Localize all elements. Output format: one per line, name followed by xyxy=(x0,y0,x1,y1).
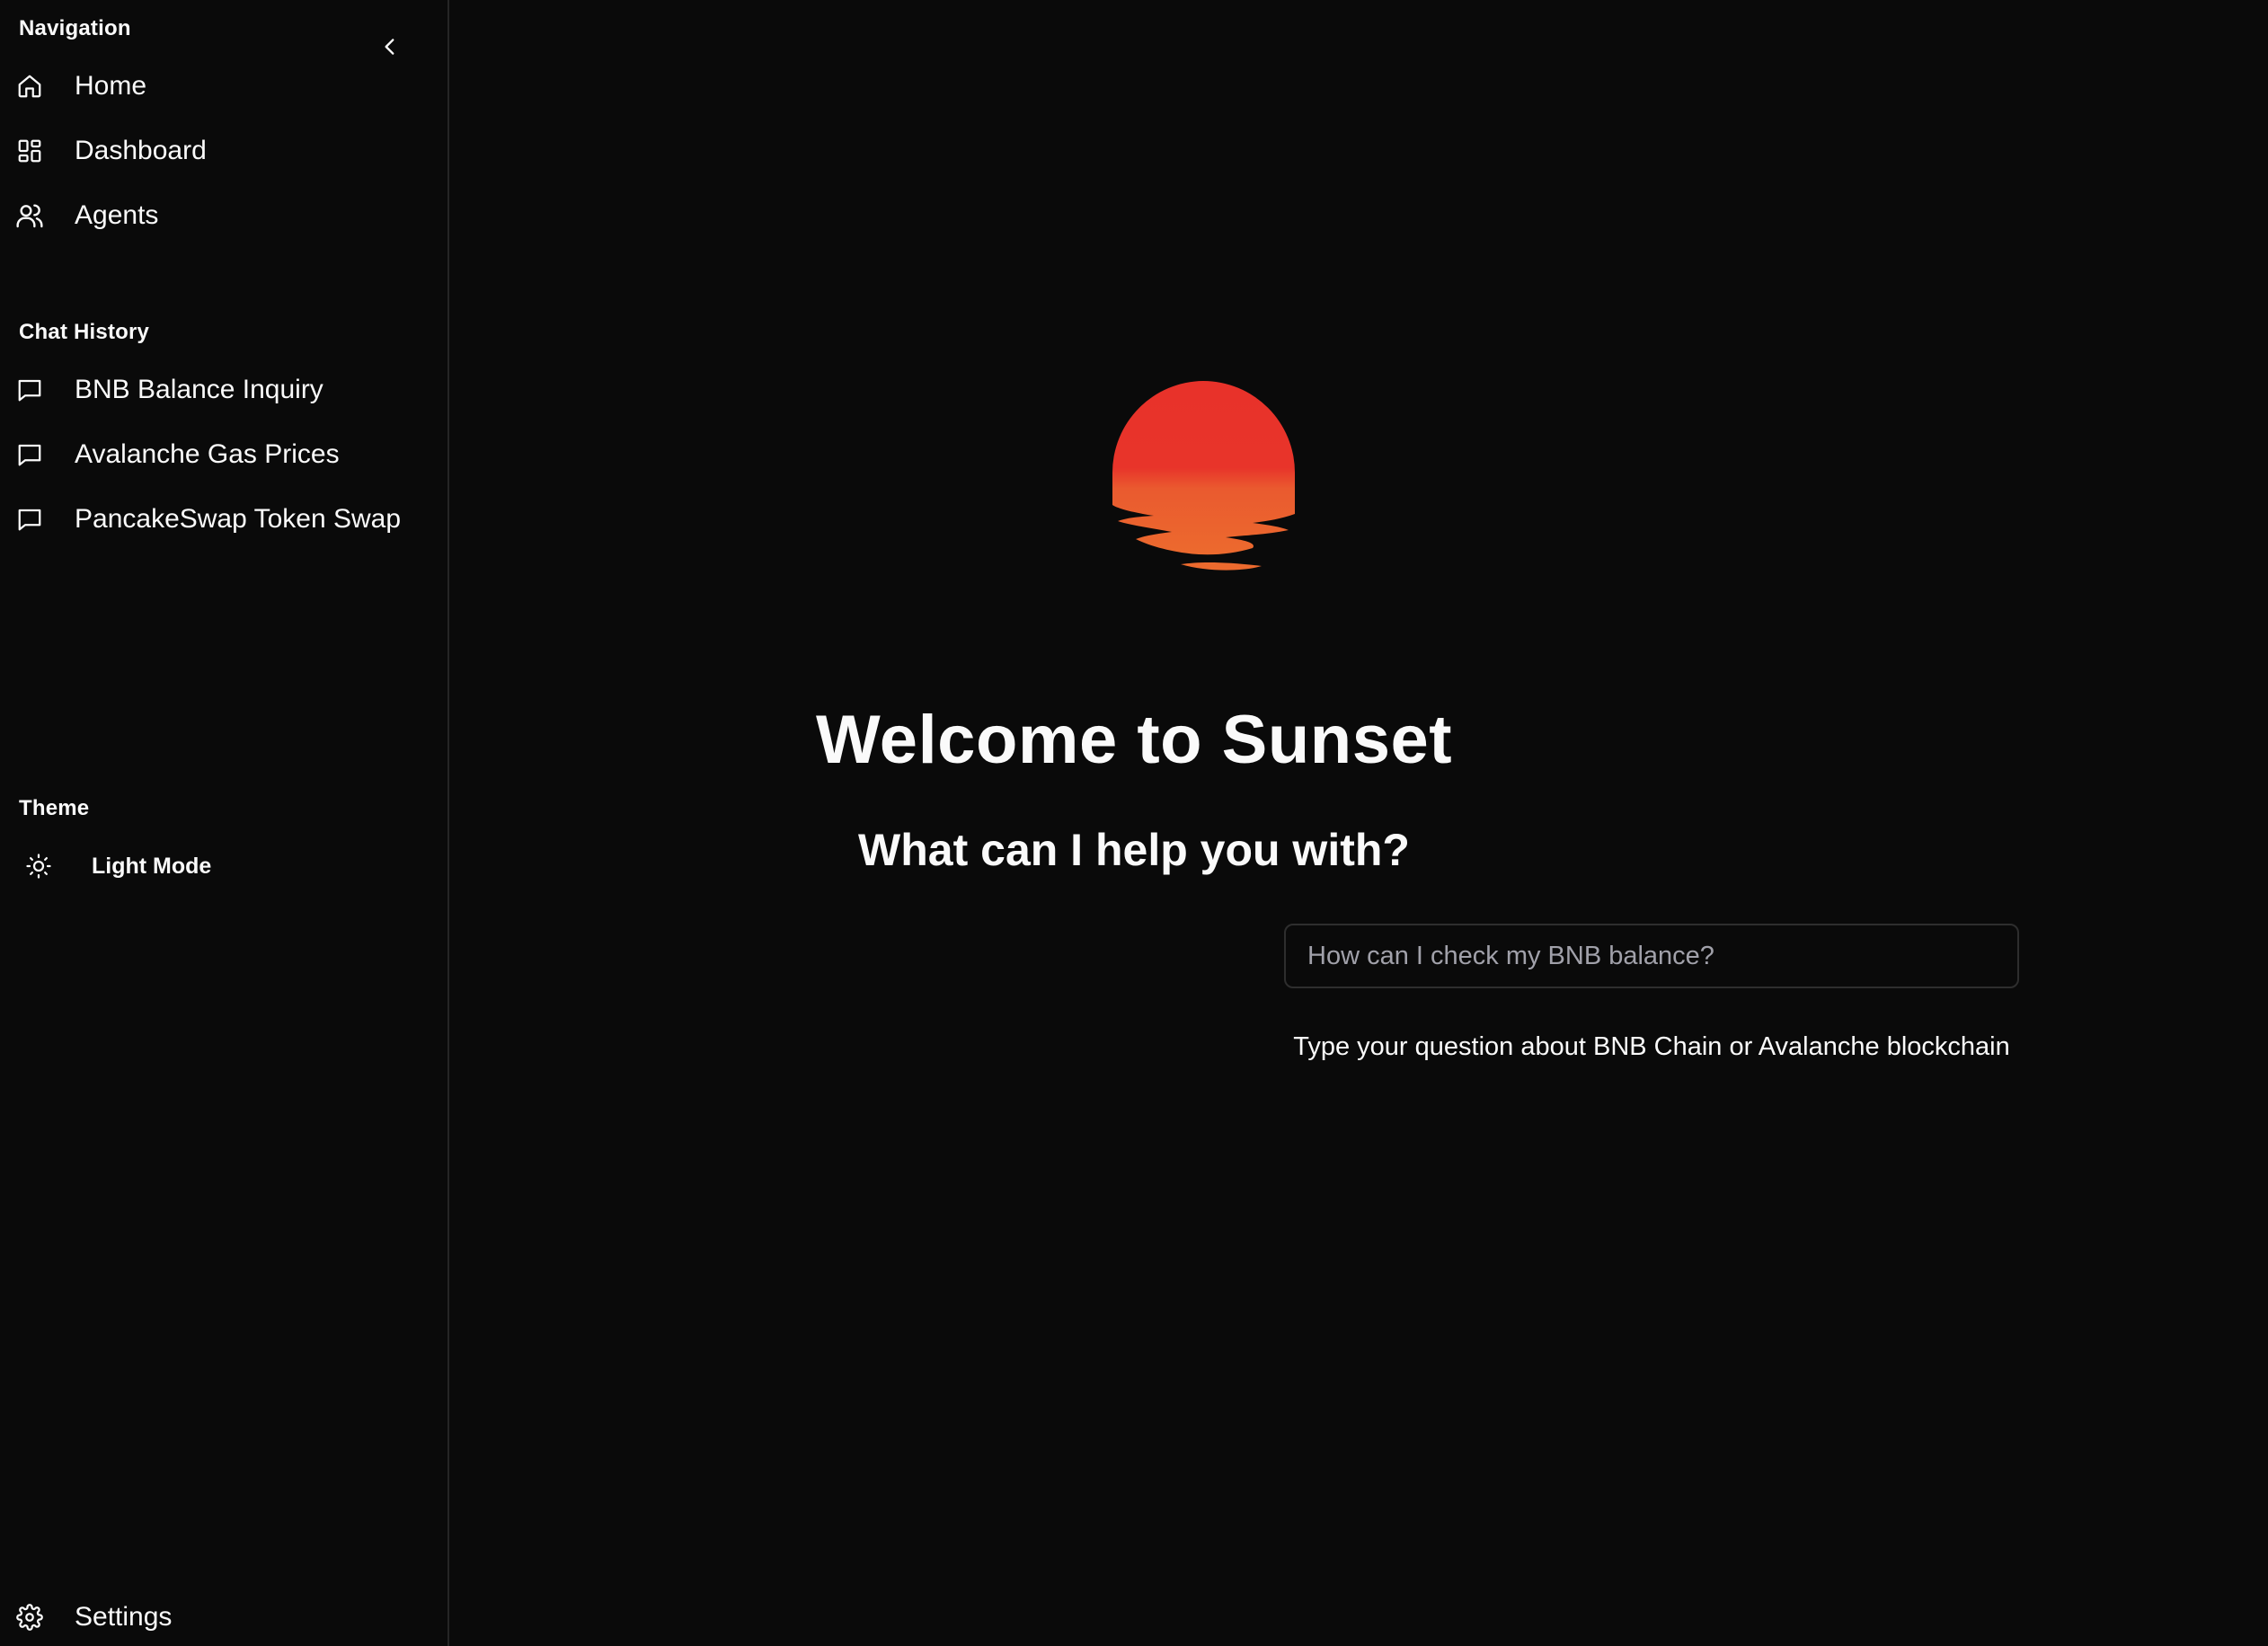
nav-item-label: Home xyxy=(75,71,147,101)
nav-item-agents[interactable]: Agents xyxy=(14,189,435,243)
sunset-logo xyxy=(1109,377,1298,584)
chat-item-label: Avalanche Gas Prices xyxy=(75,439,340,469)
chat-history-section-label: Chat History xyxy=(19,320,150,344)
gear-icon xyxy=(14,1602,45,1633)
chat-item-avalanche-gas[interactable]: Avalanche Gas Prices xyxy=(14,428,435,482)
input-hint-text: Type your question about BNB Chain or Av… xyxy=(1293,1032,2010,1061)
dashboard-icon xyxy=(14,136,45,166)
chat-item-label: BNB Balance Inquiry xyxy=(75,375,323,404)
message-square-icon xyxy=(14,375,45,405)
users-icon xyxy=(14,200,45,231)
settings-label: Settings xyxy=(75,1602,173,1632)
nav-item-home[interactable]: Home xyxy=(14,59,435,113)
theme-section-label: Theme xyxy=(19,796,90,820)
chat-item-label: PancakeSwap Token Swap xyxy=(75,504,402,534)
home-icon xyxy=(14,71,45,102)
question-input[interactable] xyxy=(1284,924,2019,988)
message-square-icon xyxy=(14,504,45,535)
nav-item-label: Dashboard xyxy=(75,136,207,165)
collapse-sidebar-button[interactable] xyxy=(374,31,406,63)
welcome-title: Welcome to Sunset xyxy=(815,702,1453,778)
chevron-left-icon xyxy=(385,39,394,55)
nav-item-label: Agents xyxy=(75,200,159,230)
sidebar: Navigation Home Dashboard Agents Chat Hi… xyxy=(0,0,449,1646)
message-square-icon xyxy=(14,439,45,470)
chat-item-bnb-balance[interactable]: BNB Balance Inquiry xyxy=(14,363,435,417)
nav-item-dashboard[interactable]: Dashboard xyxy=(14,124,435,178)
help-subtitle: What can I help you with? xyxy=(858,825,1410,875)
settings-button[interactable]: Settings xyxy=(14,1590,435,1644)
chat-item-pancakeswap[interactable]: PancakeSwap Token Swap xyxy=(14,492,435,546)
navigation-section-label: Navigation xyxy=(19,16,131,40)
